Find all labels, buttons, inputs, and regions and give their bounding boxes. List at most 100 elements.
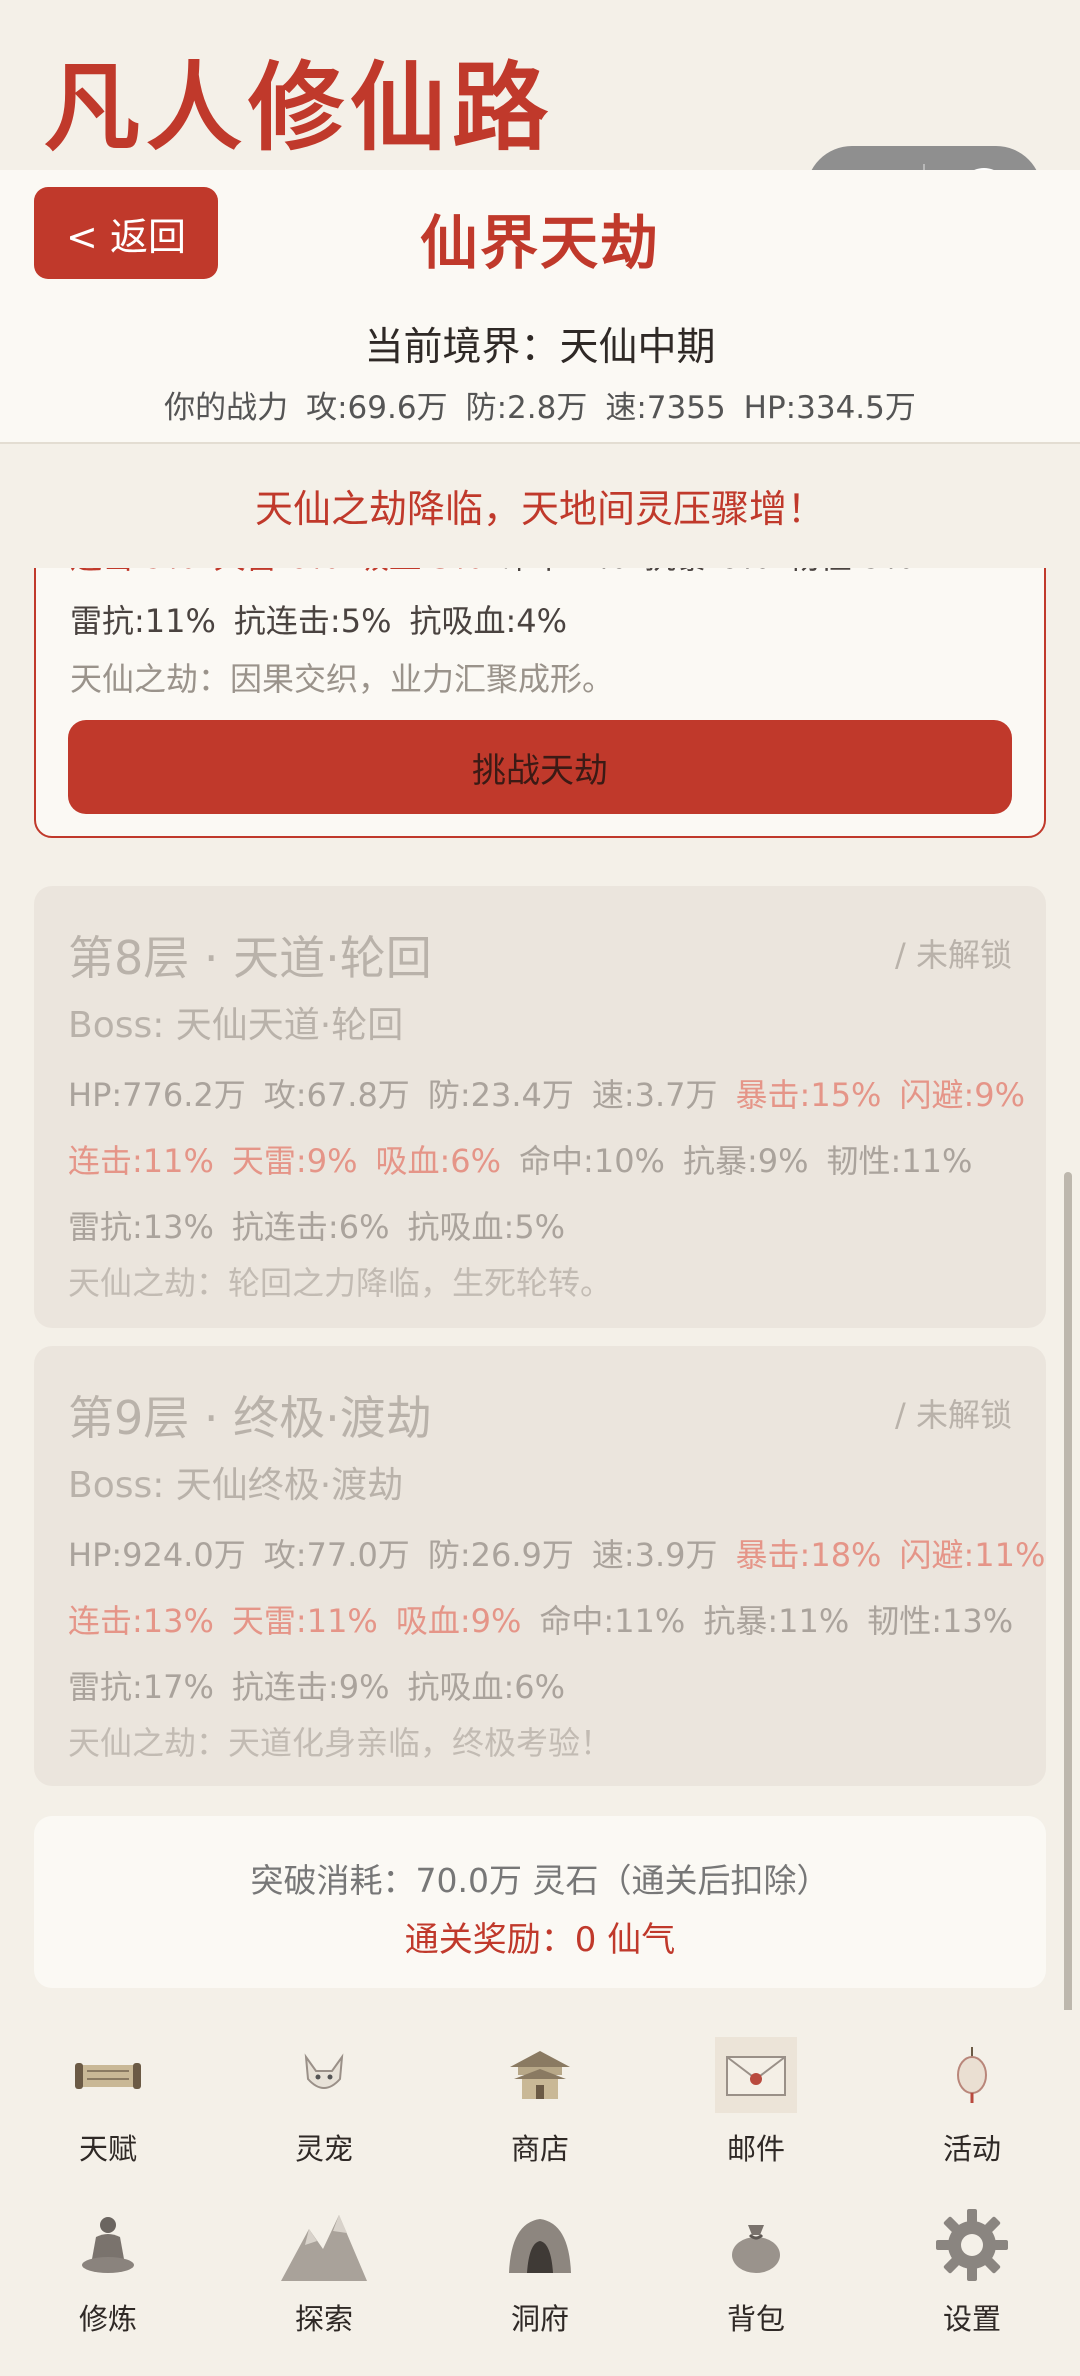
layer-stats-3: 雷抗:17% 抗连击:9% 抗吸血:6% (68, 1662, 583, 1708)
power-stats: 你的战力 攻:69.6万 防:2.8万 速:7355 HP:334.5万 (0, 382, 1080, 427)
stat: 雷抗:17% (68, 1668, 214, 1706)
stat: 吸血:9% (395, 1602, 522, 1640)
boss-name: Boss: 天仙终极·渡劫 (68, 1465, 404, 1506)
lock-status: / 未解锁 (895, 936, 1012, 974)
layer-stats-1: HP:776.2万 攻:67.8万 防:23.4万 速:3.7万 暴击:15% 闪避:9% (68, 1070, 1043, 1116)
stat: 韧性:13% (867, 1602, 1014, 1640)
stat: HP:924.0万 (68, 1536, 246, 1574)
meditation-icon (63, 2200, 153, 2290)
nav-label: 邮件 (726, 2132, 785, 2166)
stat: 天雷:9% (231, 1142, 358, 1180)
nav-label: 商店 (510, 2132, 569, 2166)
nav-explore[interactable]: 探索 (216, 2180, 432, 2350)
nav-label: 天赋 (78, 2132, 137, 2166)
stat: 防:26.9万 (427, 1536, 574, 1574)
stat: 抗连击:5% (233, 602, 392, 640)
nav-label: 灵宠 (294, 2132, 353, 2166)
page-title: 仙界天劫 (419, 209, 660, 277)
clear-reward: 通关奖励：0 仙气 (404, 1920, 676, 1960)
stat: 抗吸血:4% (409, 602, 568, 640)
app-title: 凡人修仙路 (44, 51, 554, 164)
fox-icon (279, 2030, 369, 2120)
bottom-nav: 天赋 灵宠 商店 邮件 活动 修炼 探索 洞府 背包 设置 (0, 2010, 1080, 2376)
nav-shop[interactable]: 商店 (432, 2010, 648, 2180)
nav-label: 洞府 (510, 2302, 569, 2336)
stat: 闪避:11% (899, 1536, 1046, 1574)
current-layer-stats-2: 连击:9% 天雷:6% 吸血:5% 命中:7% 抗暴:6% 韧性:9% (70, 568, 931, 578)
layer-card-9: 第9层 · 终极·渡劫 / 未解锁 Boss: 天仙终极·渡劫 HP:924.0… (34, 1346, 1046, 1786)
layer-desc: 天仙之劫：轮回之力降临，生死轮转。 (68, 1264, 613, 1302)
stat: 抗吸血:5% (407, 1208, 566, 1246)
header-panel: < 返回 仙界天劫 当前境界：天仙中期 你的战力 攻:69.6万 防:2.8万 速:7… (0, 170, 1080, 444)
nav-label: 活动 (942, 2132, 1001, 2166)
power-defense: 防:2.8万 (465, 390, 588, 426)
stat: 抗暴:6% (644, 568, 770, 576)
nav-label: 修炼 (78, 2302, 137, 2336)
stat: 韧性:11% (826, 1142, 973, 1180)
stat: 攻:67.8万 (263, 1076, 410, 1114)
power-attack: 攻:69.6万 (306, 390, 448, 426)
layer-title: 第8层 · 天道·轮回 (68, 931, 432, 985)
stat: 抗暴:9% (682, 1142, 809, 1180)
layer-stats-2: 连击:13% 天雷:11% 吸血:9% 命中:11% 抗暴:11% 韧性:13% (68, 1596, 1031, 1642)
nav-cultivate[interactable]: 修炼 (0, 2180, 216, 2350)
stat: 暴击:18% (735, 1536, 882, 1574)
stat: 攻:77.0万 (263, 1536, 410, 1574)
stat: 速:3.9万 (591, 1536, 718, 1574)
layer-stats-3: 雷抗:13% 抗连击:6% 抗吸血:5% (68, 1202, 583, 1248)
stat: 连击:11% (68, 1142, 214, 1180)
nav-cave[interactable]: 洞府 (432, 2180, 648, 2350)
nav-pet[interactable]: 灵宠 (216, 2010, 432, 2180)
stat: 天雷:11% (231, 1602, 378, 1640)
stat: 雷抗:13% (68, 1208, 214, 1246)
stat: 命中:11% (539, 1602, 686, 1640)
layer-title: 第9层 · 终极·渡劫 (68, 1391, 432, 1445)
power-hp: HP:334.5万 (743, 390, 916, 426)
bag-icon (711, 2200, 801, 2290)
nav-label: 探索 (294, 2302, 353, 2336)
nav-bag[interactable]: 背包 (648, 2180, 864, 2350)
nav-label: 背包 (726, 2302, 785, 2336)
pavilion-icon (495, 2030, 585, 2120)
layer-list[interactable]: 连击:9% 天雷:6% 吸血:5% 命中:7% 抗暴:6% 韧性:9% 雷抗:11% 抗连击… (0, 568, 1080, 2000)
current-layer-stats-3: 雷抗:11% 抗连击:5% 抗吸血:4% (70, 596, 585, 642)
stat: 雷抗:11% (70, 602, 216, 640)
stat: 吸血:5% (357, 568, 483, 576)
cave-icon (495, 2200, 585, 2290)
gear-icon (927, 2200, 1017, 2290)
stat: 暴击:15% (735, 1076, 882, 1114)
layer-stats-2: 连击:11% 天雷:9% 吸血:6% 命中:10% 抗暴:9% 韧性:11% (68, 1136, 990, 1182)
nav-mail[interactable]: 邮件 (648, 2010, 864, 2180)
lock-status: / 未解锁 (895, 1396, 1012, 1434)
stat: 抗吸血:6% (407, 1668, 566, 1706)
stat: 命中:7% (501, 568, 627, 576)
scroll-icon (63, 2030, 153, 2120)
current-realm: 当前境界：天仙中期 (364, 325, 716, 370)
lantern-icon (927, 2030, 1017, 2120)
power-speed: 速:7355 (605, 390, 726, 426)
cost-panel: 突破消耗：70.0万 灵石（通关后扣除） 通关奖励：0 仙气 (34, 1816, 1046, 1988)
nav-label: 设置 (942, 2302, 1001, 2336)
stat: 速:3.7万 (591, 1076, 718, 1114)
stat: 连击:13% (68, 1602, 214, 1640)
envelope-icon (711, 2030, 801, 2120)
stat: HP:776.2万 (68, 1076, 246, 1114)
layer-card-8: 第8层 · 天道·轮回 / 未解锁 Boss: 天仙天道·轮回 HP:776.2… (34, 886, 1046, 1328)
stat: 连击:9% (70, 568, 196, 576)
mountain-icon (279, 2200, 369, 2290)
nav-settings[interactable]: 设置 (864, 2180, 1080, 2350)
power-label: 你的战力 (164, 390, 289, 426)
stat: 韧性:9% (788, 568, 914, 576)
layer-stats-1: HP:924.0万 攻:77.0万 防:26.9万 速:3.9万 暴击:18% 闪避:11… (68, 1530, 1063, 1576)
breakthrough-cost: 突破消耗：70.0万 灵石（通关后扣除） (250, 1861, 830, 1900)
stat: 吸血:6% (375, 1142, 502, 1180)
layer-desc: 天仙之劫：天道化身亲临，终极考验！ (68, 1724, 613, 1762)
announcement-text: 天仙之劫降临，天地间灵压骤增！ (254, 487, 825, 531)
stat: 防:23.4万 (427, 1076, 574, 1114)
nav-talent[interactable]: 天赋 (0, 2010, 216, 2180)
nav-activity[interactable]: 活动 (864, 2010, 1080, 2180)
current-layer-card: 连击:9% 天雷:6% 吸血:5% 命中:7% 抗暴:6% 韧性:9% 雷抗:11% 抗连击… (34, 568, 1046, 838)
stat: 抗连击:6% (231, 1208, 390, 1246)
scrollbar[interactable] (1064, 1172, 1072, 2018)
challenge-button[interactable]: 挑战天劫 (68, 720, 1012, 814)
